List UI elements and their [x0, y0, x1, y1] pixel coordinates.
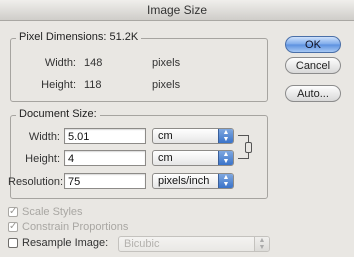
pixel-width-label: Width: [44, 57, 76, 69]
doc-width-unit-select[interactable]: cm ▲ ▼ [152, 128, 234, 144]
cancel-button[interactable]: Cancel [285, 57, 341, 74]
up-down-arrows-icon: ▲ ▼ [254, 237, 269, 251]
resolution-unit-select[interactable]: pixels/inch ▲ ▼ [152, 173, 234, 189]
scale-styles-label: Scale Styles [22, 206, 83, 218]
constrain-proportions-checkbox[interactable]: ✓ [8, 222, 18, 232]
up-down-arrows-icon: ▲ ▼ [218, 151, 233, 165]
image-size-dialog: Image Size Pixel Dimensions: 51.2K Width… [0, 0, 354, 257]
pixel-height-unit: pixels [152, 79, 181, 91]
constrain-proportions-label: Constrain Proportions [22, 221, 129, 233]
pixel-size: 51.2K [109, 31, 139, 43]
pixel-height-label: Height: [41, 79, 76, 91]
doc-width-label: Width: [28, 131, 60, 143]
doc-height-unit-select[interactable]: cm ▲ ▼ [152, 150, 234, 166]
resolution-label: Resolution: [8, 176, 64, 188]
auto-button[interactable]: Auto... [285, 85, 341, 102]
window-title: Image Size [0, 0, 354, 21]
up-down-arrows-icon: ▲ ▼ [218, 129, 233, 143]
resample-method-select[interactable]: Bicubic ▲ ▼ [118, 236, 270, 252]
doc-height-label: Height: [25, 153, 60, 165]
ok-button[interactable]: OK [285, 36, 341, 53]
doc-width-input[interactable]: 5.01 [64, 128, 146, 144]
resample-image-label: Resample Image: [22, 237, 109, 249]
resolution-input[interactable]: 75 [64, 173, 146, 189]
pixel-width-value: 148 [84, 57, 103, 69]
link-bracket-top [238, 135, 248, 136]
pixel-dimensions-group [10, 38, 268, 102]
up-down-arrows-icon: ▲ ▼ [218, 174, 233, 188]
link-bracket-bottom [238, 158, 248, 159]
document-size-title: Document Size: [16, 108, 100, 120]
pixel-height-value: 118 [84, 79, 102, 91]
doc-height-input[interactable]: 4 [64, 150, 146, 166]
pixel-dimensions-title: Pixel Dimensions: 51.2K [16, 31, 142, 43]
pixel-width-unit: pixels [152, 57, 181, 69]
resample-image-checkbox[interactable] [8, 238, 18, 248]
chain-link-icon [245, 142, 252, 153]
scale-styles-checkbox[interactable]: ✓ [8, 207, 18, 217]
